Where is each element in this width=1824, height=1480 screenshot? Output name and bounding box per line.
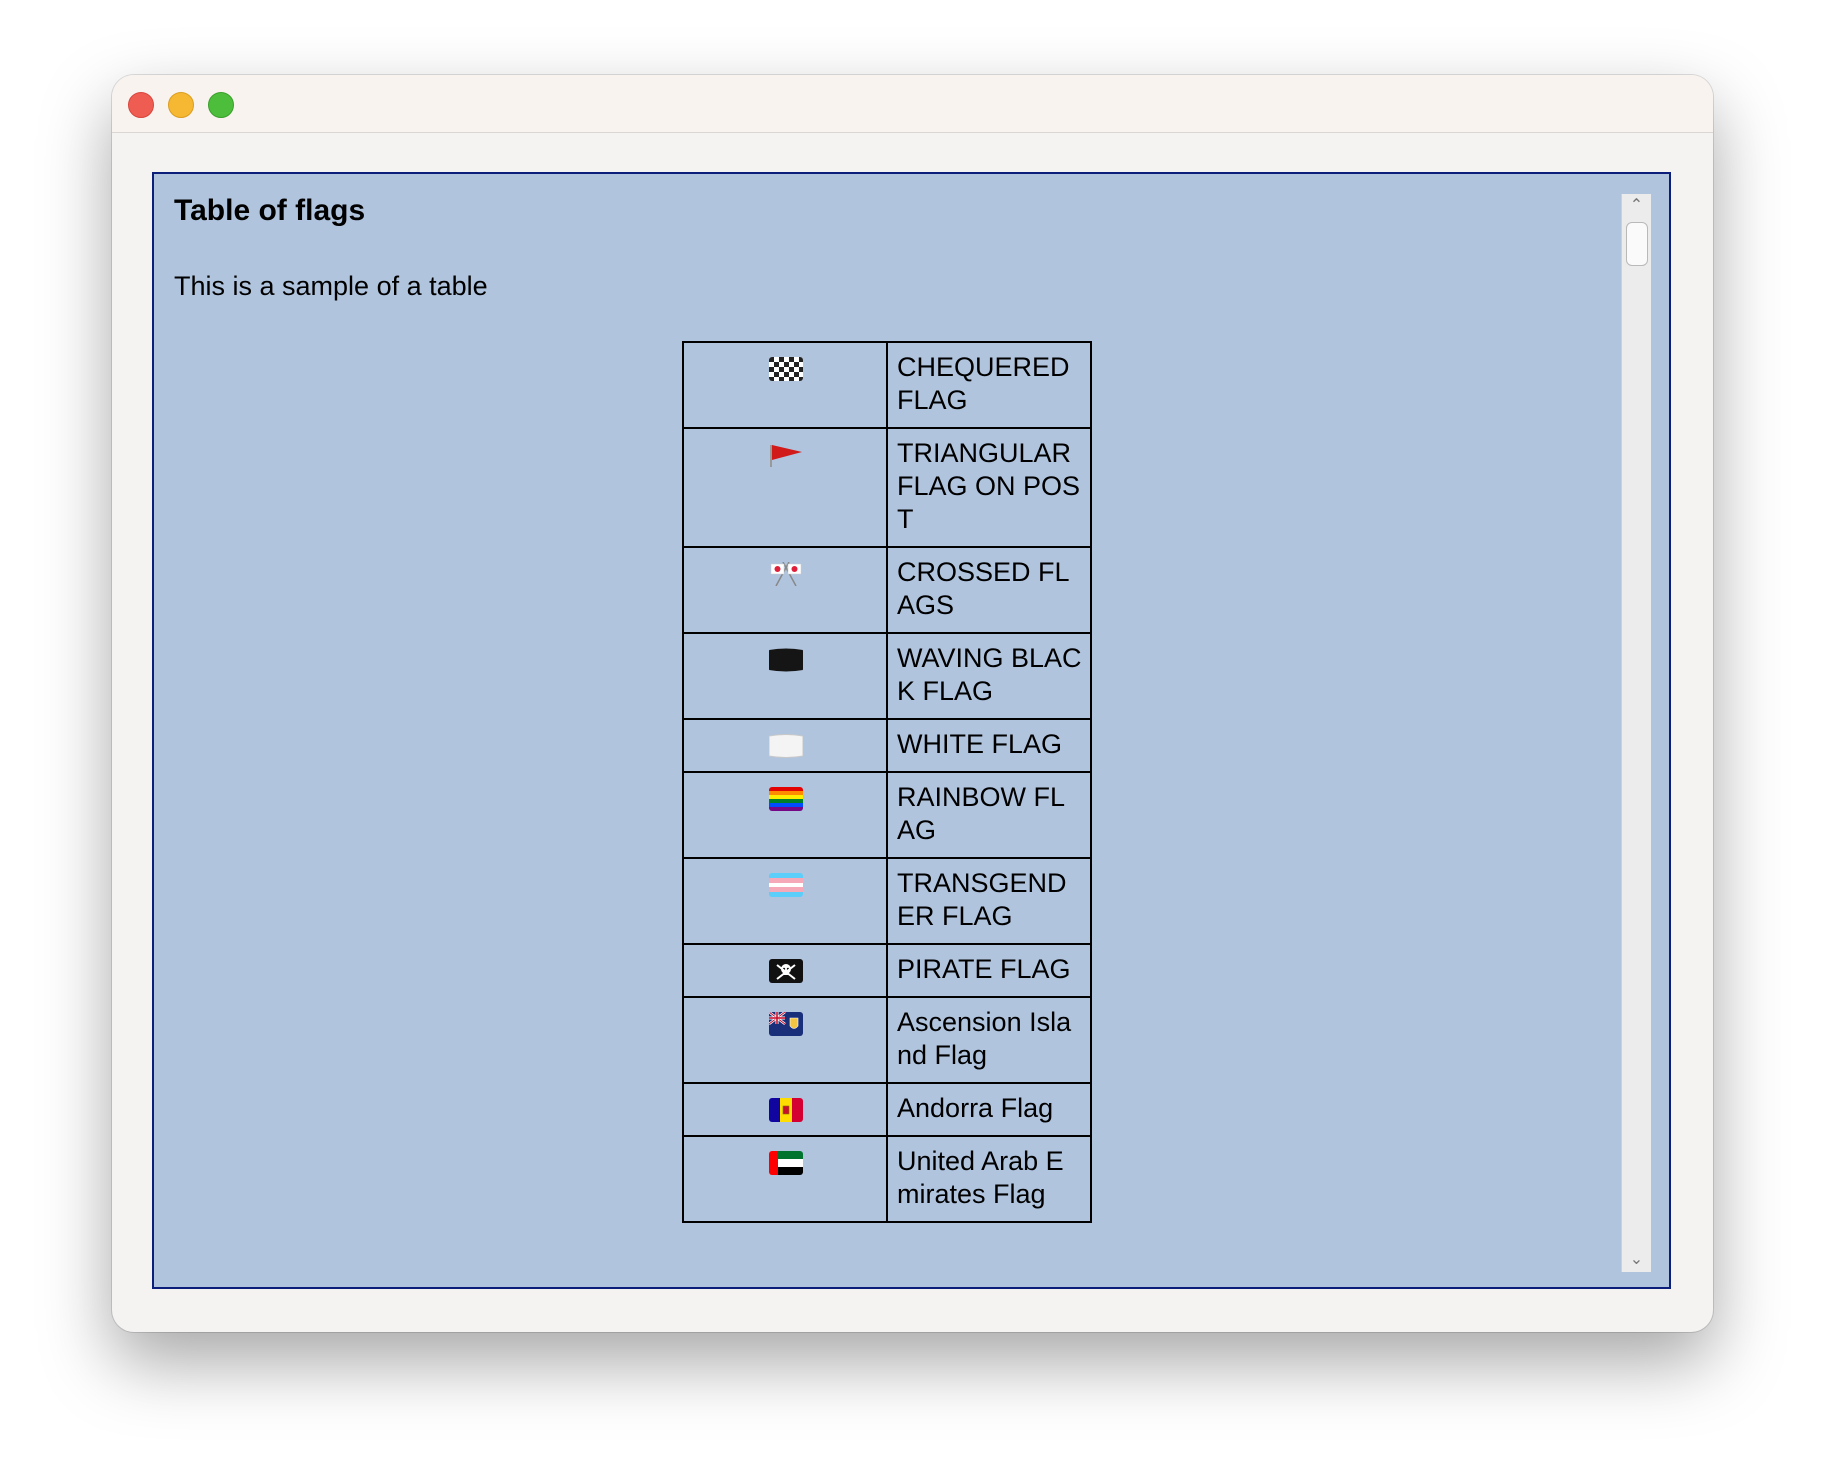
flag-name: United Arab Emirates Flag xyxy=(886,1135,1092,1223)
flag-name: TRIANGULAR FLAG ON POST xyxy=(886,427,1092,548)
flag-cell xyxy=(681,943,889,998)
page-title: Table of flags xyxy=(174,194,366,227)
close-button[interactable] xyxy=(128,92,154,118)
flag-cell xyxy=(681,1082,889,1137)
maximize-button[interactable] xyxy=(208,92,234,118)
flag-cell xyxy=(681,996,889,1084)
flag-name: WHITE FLAG xyxy=(886,718,1092,773)
flag-name: CROSSED FLAGS xyxy=(886,546,1092,634)
ascension-island-flag-icon xyxy=(768,1012,803,1036)
flag-cell xyxy=(681,857,889,945)
scrollbar-thumb[interactable] xyxy=(1626,222,1648,266)
transgender-flag-icon xyxy=(768,873,803,897)
flag-name: RAINBOW FLAG xyxy=(886,771,1092,859)
pirate-flag-icon xyxy=(768,959,803,983)
scroll-up-icon[interactable]: ⌃ xyxy=(1622,194,1651,218)
content-panel: Table of flags This is a sample of a tab… xyxy=(152,172,1671,1289)
uae-flag-icon xyxy=(768,1151,803,1175)
table-row: Ascension Island Flag xyxy=(681,996,1092,1084)
table-row: CHEQUERED FLAG xyxy=(681,341,1092,429)
title-bar xyxy=(112,75,1713,133)
app-window: Table of flags This is a sample of a tab… xyxy=(112,75,1713,1332)
table-row: WHITE FLAG xyxy=(681,718,1092,773)
chequered-flag-icon xyxy=(768,357,803,381)
black-flag-icon xyxy=(768,648,803,672)
scroll-down-icon[interactable]: ⌄ xyxy=(1622,1248,1651,1272)
flag-cell xyxy=(681,1135,889,1223)
table-row: CROSSED FLAGS xyxy=(681,546,1092,634)
flag-name: Andorra Flag xyxy=(886,1082,1092,1137)
table-row: TRANSGENDER FLAG xyxy=(681,857,1092,945)
flag-name: Ascension Island Flag xyxy=(886,996,1092,1084)
triangular-flag-icon xyxy=(769,443,803,467)
intro-text: This is a sample of a table xyxy=(174,271,488,301)
table-row: United Arab Emirates Flag xyxy=(681,1135,1092,1223)
table-row: WAVING BLACK FLAG xyxy=(681,632,1092,720)
white-flag-icon xyxy=(768,734,803,758)
table-row: RAINBOW FLAG xyxy=(681,771,1092,859)
flag-name: TRANSGENDER FLAG xyxy=(886,857,1092,945)
flag-name: CHEQUERED FLAG xyxy=(886,341,1092,429)
flag-name: PIRATE FLAG xyxy=(886,943,1092,998)
flag-cell xyxy=(681,771,889,859)
flag-cell xyxy=(681,632,889,720)
crossed-flags-icon xyxy=(769,562,803,586)
table-row: TRIANGULAR FLAG ON POST xyxy=(681,427,1092,548)
flag-name: WAVING BLACK FLAG xyxy=(886,632,1092,720)
flag-cell xyxy=(681,546,889,634)
flag-cell xyxy=(681,341,889,429)
minimize-button[interactable] xyxy=(168,92,194,118)
table-row: PIRATE FLAG xyxy=(681,943,1092,998)
flag-cell xyxy=(681,718,889,773)
flag-cell xyxy=(681,427,889,548)
table-row: Andorra Flag xyxy=(681,1082,1092,1137)
andorra-flag-icon xyxy=(768,1098,803,1122)
vertical-scrollbar[interactable]: ⌃ ⌄ xyxy=(1621,194,1651,1272)
flags-table: CHEQUERED FLAG TRIANGULAR FLAG ON POST C… xyxy=(681,341,1092,1223)
rainbow-flag-icon xyxy=(768,787,803,811)
